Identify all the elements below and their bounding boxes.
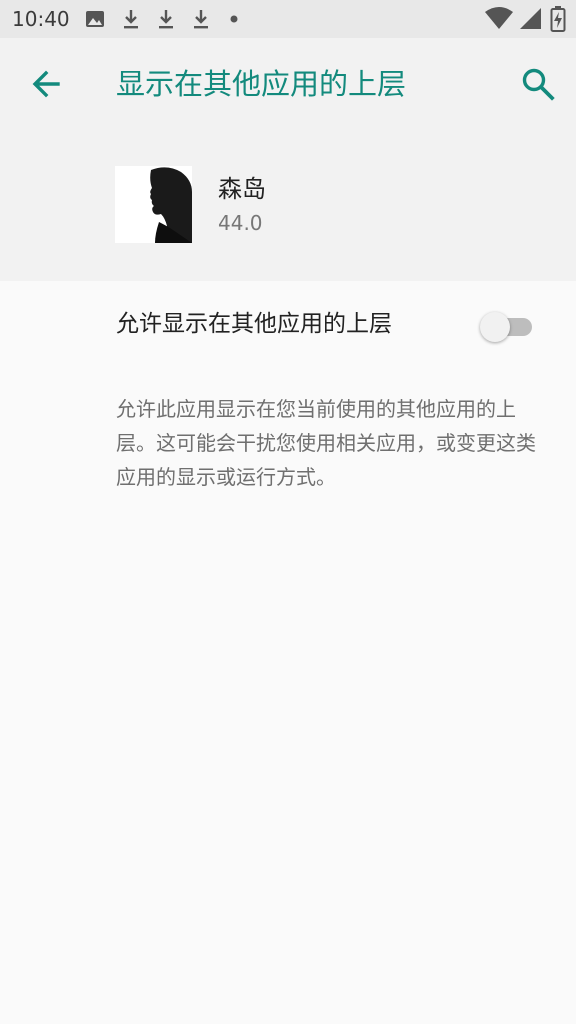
search-icon (522, 68, 555, 101)
status-bar: 10:40 (0, 0, 576, 38)
app-bar: 显示在其他应用的上层 (0, 38, 576, 130)
allow-overlay-row[interactable]: 允许显示在其他应用的上层 (0, 281, 576, 369)
search-button[interactable] (514, 60, 562, 108)
battery-icon (550, 6, 566, 32)
system-status-icons (484, 6, 568, 32)
back-button[interactable] (22, 60, 70, 108)
allow-overlay-label: 允许显示在其他应用的上层 (116, 311, 392, 337)
page-title: 显示在其他应用的上层 (116, 67, 407, 101)
download-icon (159, 10, 173, 29)
portrait-icon (115, 166, 192, 243)
wifi-icon (485, 7, 513, 29)
app-version: 44.0 (218, 211, 263, 235)
download-icon (194, 10, 208, 29)
status-time: 10:40 (12, 7, 70, 31)
arrow-back-icon (32, 70, 60, 98)
image-icon (86, 11, 104, 27)
allow-overlay-toggle[interactable] (480, 311, 536, 343)
app-name: 森岛 (218, 175, 266, 203)
cell-signal-icon (520, 8, 541, 29)
dot-icon (230, 15, 238, 23)
toggle-thumb (480, 312, 510, 342)
app-header: 森岛 44.0 (0, 130, 576, 281)
download-icon (124, 10, 138, 29)
app-icon (115, 166, 192, 243)
permission-description: 允许此应用显示在您当前使用的其他应用的上层。这可能会干扰您使用相关应用，或变更这… (116, 397, 536, 489)
